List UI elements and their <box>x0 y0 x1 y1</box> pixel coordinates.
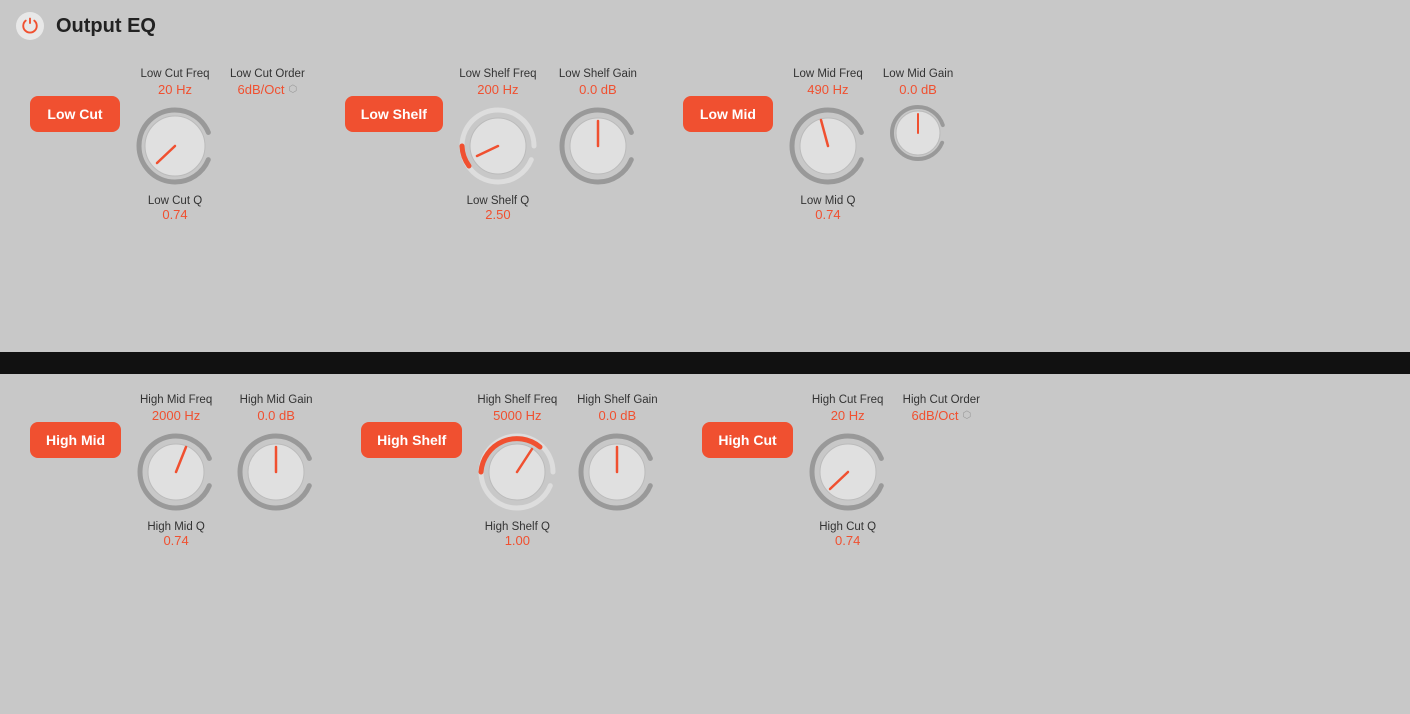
high-mid-gain-label: High Mid Gain <box>240 394 313 406</box>
low-cut-order-stepper[interactable]: ⬡ <box>289 84 298 95</box>
high-shelf-gain-col: High Shelf Gain 0.0 dB <box>572 394 662 517</box>
high-shelf-freq-label: High Shelf Freq <box>477 394 557 406</box>
high-shelf-freq-knob[interactable] <box>472 427 562 517</box>
top-section: Low Cut Low Cut Freq 20 Hz Low Cut Q 0.7… <box>0 52 1410 352</box>
high-mid-btn-col: High Mid <box>30 394 121 458</box>
high-mid-gain-knob[interactable] <box>231 427 321 517</box>
low-cut-freq-knob[interactable] <box>130 101 220 191</box>
low-cut-order-label: Low Cut Order <box>230 68 305 80</box>
section-divider <box>0 352 1410 374</box>
high-shelf-gain-value: 0.0 dB <box>599 408 637 423</box>
low-shelf-q-label: Low Shelf Q <box>467 195 530 207</box>
low-mid-gain-col: Low Mid Gain 0.0 dB <box>883 68 953 166</box>
low-mid-freq-value: 490 Hz <box>807 82 848 97</box>
high-mid-freq-knob[interactable] <box>131 427 221 517</box>
high-cut-order-stepper[interactable]: ⬡ <box>962 410 971 421</box>
high-shelf-q-value: 1.00 <box>505 533 530 548</box>
high-shelf-band: High Shelf High Shelf Freq 5000 Hz Hi <box>361 394 662 548</box>
high-shelf-btn-col: High Shelf <box>361 394 462 458</box>
high-cut-freq-knob[interactable] <box>803 427 893 517</box>
low-shelf-q-value: 2.50 <box>485 207 510 222</box>
low-mid-button[interactable]: Low Mid <box>683 96 773 132</box>
low-cut-order-value: 6dB/Oct <box>238 82 285 97</box>
low-cut-btn-col: Low Cut <box>30 68 120 132</box>
high-mid-q-label: High Mid Q <box>147 521 205 533</box>
low-shelf-gain-label: Low Shelf Gain <box>559 68 637 80</box>
low-shelf-band: Low Shelf Low Shelf Freq 200 Hz Low S <box>345 68 643 222</box>
low-mid-q-value: 0.74 <box>815 207 840 222</box>
high-cut-order-label: High Cut Order <box>903 394 980 406</box>
high-mid-gain-value: 0.0 dB <box>257 408 295 423</box>
low-shelf-freq-knob[interactable] <box>453 101 543 191</box>
low-mid-freq-col: Low Mid Freq 490 Hz Low Mid Q 0.74 <box>783 68 873 222</box>
low-shelf-gain-value: 0.0 dB <box>579 82 617 97</box>
low-mid-gain-knob[interactable] <box>886 101 951 166</box>
high-shelf-gain-knob[interactable] <box>572 427 662 517</box>
high-cut-q-label: High Cut Q <box>819 521 876 533</box>
low-mid-btn-col: Low Mid <box>683 68 773 132</box>
low-shelf-freq-value: 200 Hz <box>477 82 518 97</box>
low-mid-freq-knob[interactable] <box>783 101 873 191</box>
low-cut-button[interactable]: Low Cut <box>30 96 120 132</box>
high-shelf-freq-col: High Shelf Freq 5000 Hz High Shelf Q 1.0… <box>472 394 562 548</box>
high-mid-gain-col: High Mid Gain 0.0 dB <box>231 394 321 517</box>
high-cut-q-value: 0.74 <box>835 533 860 548</box>
high-cut-btn-col: High Cut <box>702 394 792 458</box>
low-cut-q-value: 0.74 <box>162 207 187 222</box>
low-cut-freq-label: Low Cut Freq <box>140 68 209 80</box>
high-mid-band: High Mid High Mid Freq 2000 Hz High Mid … <box>30 394 321 548</box>
low-shelf-btn-col: Low Shelf <box>345 68 443 132</box>
high-mid-button[interactable]: High Mid <box>30 422 121 458</box>
high-mid-freq-value: 2000 Hz <box>152 408 200 423</box>
high-cut-order-col: High Cut Order 6dB/Oct ⬡ <box>903 394 980 423</box>
high-mid-q-value: 0.74 <box>163 533 188 548</box>
low-shelf-freq-label: Low Shelf Freq <box>459 68 536 80</box>
low-cut-freq-value: 20 Hz <box>158 82 192 97</box>
low-cut-freq-col: Low Cut Freq 20 Hz Low Cut Q 0.74 <box>130 68 220 222</box>
high-shelf-freq-value: 5000 Hz <box>493 408 541 423</box>
high-shelf-gain-label: High Shelf Gain <box>577 394 658 406</box>
low-shelf-gain-col: Low Shelf Gain 0.0 dB <box>553 68 643 191</box>
low-mid-q-label: Low Mid Q <box>800 195 855 207</box>
low-mid-freq-label: Low Mid Freq <box>793 68 863 80</box>
high-cut-freq-label: High Cut Freq <box>812 394 884 406</box>
app-title: Output EQ <box>56 15 156 38</box>
low-mid-gain-label: Low Mid Gain <box>883 68 953 80</box>
high-mid-freq-col: High Mid Freq 2000 Hz High Mid Q 0.74 <box>131 394 221 548</box>
high-cut-band: High Cut High Cut Freq 20 Hz High Cut Q … <box>702 394 980 548</box>
power-button[interactable] <box>16 12 44 40</box>
low-cut-order-col: Low Cut Order 6dB/Oct ⬡ <box>230 68 305 105</box>
high-cut-button[interactable]: High Cut <box>702 422 792 458</box>
high-shelf-button[interactable]: High Shelf <box>361 422 462 458</box>
low-mid-band: Low Mid Low Mid Freq 490 Hz Low Mid Q 0.… <box>683 68 953 222</box>
low-shelf-freq-col: Low Shelf Freq 200 Hz Low Shelf Q 2.50 <box>453 68 543 222</box>
low-cut-q-label: Low Cut Q <box>148 195 202 207</box>
high-mid-freq-label: High Mid Freq <box>140 394 212 406</box>
high-shelf-q-label: High Shelf Q <box>485 521 550 533</box>
header: Output EQ <box>0 0 1410 52</box>
high-cut-freq-value: 20 Hz <box>831 408 865 423</box>
low-shelf-gain-knob[interactable] <box>553 101 643 191</box>
high-cut-freq-col: High Cut Freq 20 Hz High Cut Q 0.74 <box>803 394 893 548</box>
bottom-section: High Mid High Mid Freq 2000 Hz High Mid … <box>0 374 1410 714</box>
low-mid-gain-value: 0.0 dB <box>899 82 937 97</box>
low-shelf-button[interactable]: Low Shelf <box>345 96 443 132</box>
low-cut-band: Low Cut Low Cut Freq 20 Hz Low Cut Q 0.7… <box>30 68 305 222</box>
high-cut-order-value: 6dB/Oct <box>911 408 958 423</box>
